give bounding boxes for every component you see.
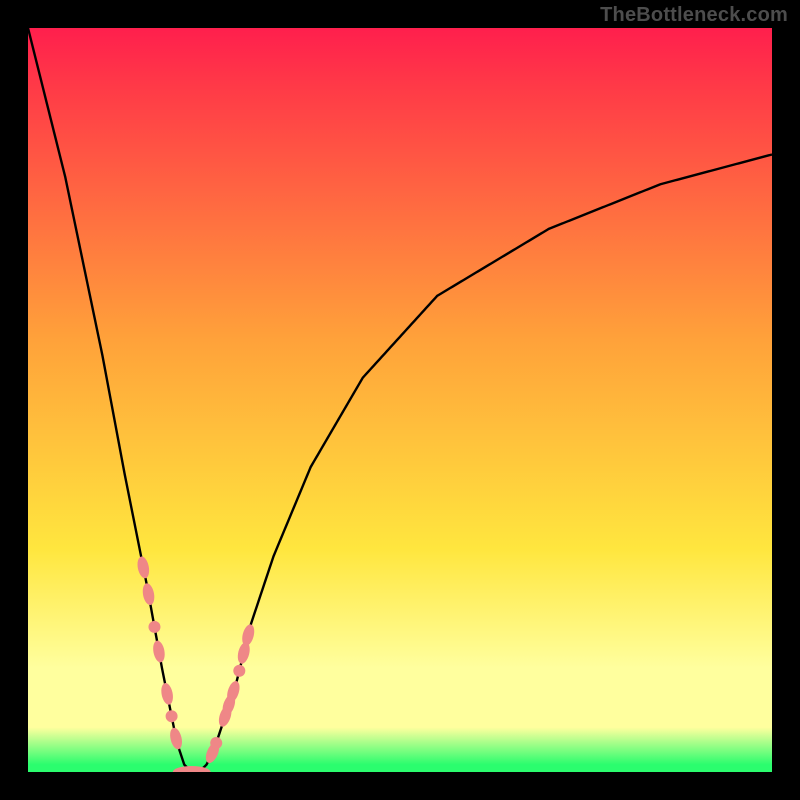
bottleneck-curve [28, 28, 772, 772]
watermark-text: TheBottleneck.com [600, 4, 788, 27]
curve-marker [141, 582, 156, 606]
curve-marker [168, 727, 184, 751]
curve-marker [165, 709, 179, 723]
chart-frame: TheBottleneck.com [0, 0, 800, 800]
curve-marker [160, 682, 175, 706]
bottleneck-curve-svg [28, 28, 772, 772]
curve-marker [148, 620, 162, 634]
curve-marker [240, 623, 256, 647]
plot-area [28, 28, 772, 772]
curve-marker [152, 640, 167, 664]
curve-marker [232, 664, 247, 679]
curve-marker [136, 556, 151, 580]
